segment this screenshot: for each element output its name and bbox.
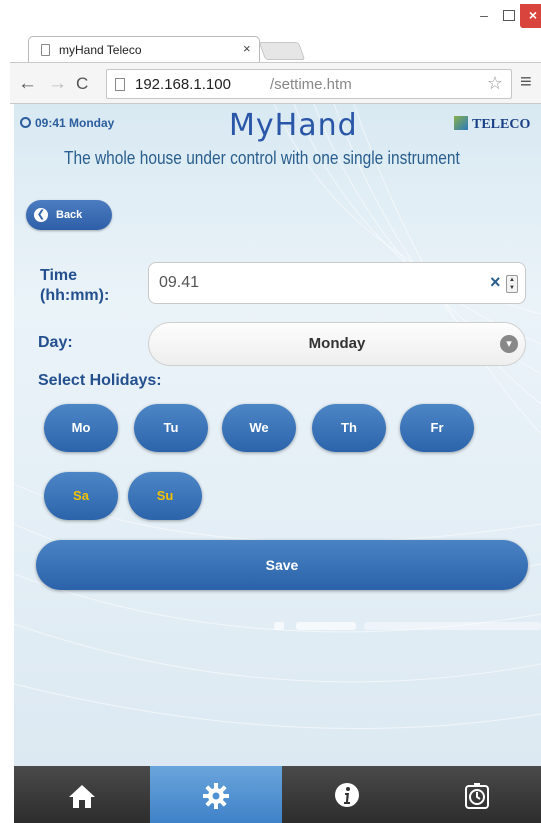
day-button-su[interactable]: Su — [128, 472, 202, 520]
save-button[interactable]: Save — [36, 540, 528, 590]
chevron-left-icon: ❮ — [34, 208, 48, 222]
day-label: Day: — [38, 334, 73, 351]
day-button-sa[interactable]: Sa — [44, 472, 118, 520]
browser-chrome: myHand Teleco × – × ← → C 192.168.1.100 … — [10, 0, 541, 104]
day-button-th[interactable]: Th — [312, 404, 386, 452]
reload-icon[interactable]: C — [76, 74, 88, 94]
chevron-down-icon: ▾ — [500, 335, 518, 353]
teleco-logo-icon — [454, 116, 468, 130]
day-button-tu[interactable]: Tu — [134, 404, 208, 452]
bookmark-star-icon[interactable]: ☆ — [487, 73, 503, 94]
bottom-tab-bar — [14, 766, 541, 823]
day-button-mo[interactable]: Mo — [44, 404, 118, 452]
back-button-label: Back — [56, 209, 83, 221]
brand-logo: MyHand — [229, 108, 358, 143]
timer-icon — [464, 783, 489, 809]
url-host: 192.168.1.100 — [135, 76, 231, 93]
company-name: TELECO — [472, 117, 531, 132]
tab-title: myHand Teleco — [59, 43, 142, 57]
home-icon — [69, 785, 95, 808]
info-icon — [335, 783, 359, 807]
maximize-button[interactable] — [496, 4, 520, 28]
browser-toolbar: ← → C 192.168.1.100 /settime.htm ☆ ≡ — [10, 62, 541, 104]
tagline: The whole house under control with one s… — [64, 148, 460, 168]
day-button-we[interactable]: We — [222, 404, 296, 452]
clock-status: 09:41 Monday — [20, 116, 114, 130]
clock-icon — [20, 117, 31, 128]
forward-arrow-icon[interactable]: → — [48, 73, 67, 95]
holidays-label: Select Holidays: — [38, 372, 162, 389]
time-label-line2: (hh:mm): — [40, 287, 110, 304]
tab-close-icon[interactable]: × — [243, 41, 251, 56]
tab-info[interactable] — [282, 766, 412, 823]
spinner-icon[interactable]: ▲ ▼ — [506, 275, 518, 293]
close-window-button[interactable]: × — [520, 4, 541, 28]
gear-icon — [203, 783, 229, 809]
tab-timer[interactable] — [412, 766, 541, 823]
clear-icon[interactable]: × — [490, 272, 501, 293]
browser-tab[interactable]: myHand Teleco × — [28, 36, 260, 62]
url-path: /settime.htm — [270, 76, 352, 93]
clock-text: 09:41 Monday — [35, 116, 115, 130]
time-label-line1: Time — [40, 267, 78, 284]
address-bar[interactable]: 192.168.1.100 /settime.htm ☆ — [106, 69, 512, 99]
day-button-fr[interactable]: Fr — [400, 404, 474, 452]
day-select[interactable]: Monday — [148, 322, 526, 366]
company-logo: TELECO — [454, 116, 530, 133]
tab-home[interactable] — [14, 766, 150, 823]
back-arrow-icon[interactable]: ← — [18, 73, 37, 95]
time-input[interactable]: 09.41 — [148, 262, 526, 304]
page-icon — [41, 44, 50, 56]
tab-settings[interactable] — [150, 766, 282, 823]
minimize-button[interactable]: – — [472, 4, 496, 28]
app-viewport: 09:41 Monday MyHand TELECO The whole hou… — [14, 104, 541, 766]
menu-icon[interactable]: ≡ — [520, 71, 532, 94]
new-tab-button[interactable] — [258, 42, 306, 60]
back-button[interactable]: ❮ Back — [26, 200, 112, 230]
page-icon — [115, 78, 125, 91]
time-label: Time (hh:mm): — [40, 266, 109, 306]
browser-titlebar: myHand Teleco × – × — [10, 0, 541, 62]
